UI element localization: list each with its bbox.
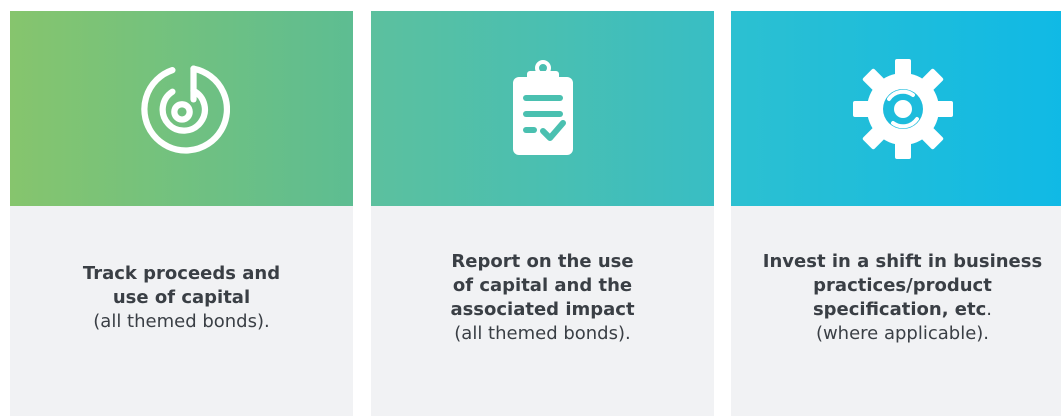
- card-body: Invest in a shift in business practices/…: [731, 206, 1061, 416]
- card-header-teal: [371, 11, 714, 206]
- card-title-suffix: .: [986, 299, 993, 320]
- card-body: Track proceeds and use of capital (all t…: [10, 206, 353, 416]
- card-track-proceeds: Track proceeds and use of capital (all t…: [10, 11, 353, 416]
- card-report-use: Report on the use of capital and the ass…: [371, 11, 714, 416]
- gear-icon: [852, 58, 953, 159]
- feature-cards: Track proceeds and use of capital (all t…: [0, 0, 1061, 416]
- card-invest-shift: Invest in a shift in business practices/…: [731, 11, 1061, 416]
- card-title-line: of capital and the: [452, 275, 633, 296]
- card-title-line: Track proceeds and: [82, 263, 281, 284]
- card-title-line: practices/product: [813, 275, 992, 296]
- card-text: Report on the use of capital and the ass…: [450, 250, 634, 346]
- card-note: (all themed bonds).: [93, 311, 270, 332]
- card-text: Track proceeds and use of capital (all t…: [83, 262, 280, 334]
- card-note: (all themed bonds).: [454, 323, 631, 344]
- card-body: Report on the use of capital and the ass…: [371, 206, 714, 416]
- card-note: (where applicable).: [815, 323, 990, 344]
- card-text: Invest in a shift in business practices/…: [763, 250, 1042, 346]
- card-title-line: associated impact: [450, 299, 635, 320]
- card-title-line: Invest in a shift in business: [762, 251, 1043, 272]
- card-title-line: specification, etc.: [763, 298, 1042, 322]
- card-header-blue: [731, 11, 1061, 206]
- card-title-text: specification, etc: [812, 299, 987, 320]
- card-header-green: [10, 11, 353, 206]
- radar-target-icon: [140, 65, 230, 154]
- card-title-line: Report on the use: [451, 251, 634, 272]
- card-title-line: use of capital: [112, 287, 251, 308]
- clipboard-checklist-icon: [512, 59, 573, 155]
